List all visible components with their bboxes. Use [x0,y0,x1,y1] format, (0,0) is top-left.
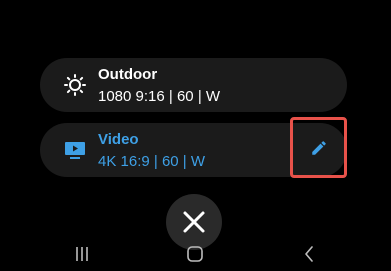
preset-card-outdoor[interactable]: Outdoor 1080 9:16 | 60 | W [40,58,347,112]
back-button[interactable] [300,244,320,264]
system-navigation-bar [0,236,391,271]
preset-settings: 4K 16:9 | 60 | W [98,153,206,170]
recents-button[interactable] [72,244,92,264]
back-icon [305,246,313,262]
home-button[interactable] [185,244,205,264]
recents-icon [76,247,88,261]
preset-title: Video [98,131,139,148]
preset-settings: 1080 9:16 | 60 | W [98,88,221,105]
pencil-icon [312,141,326,155]
home-icon [187,246,203,262]
edit-preset-button[interactable] [290,117,347,178]
close-icon [183,211,205,233]
video-screen-icon [64,139,86,161]
preset-title: Outdoor [98,66,158,83]
sun-icon [64,74,86,96]
